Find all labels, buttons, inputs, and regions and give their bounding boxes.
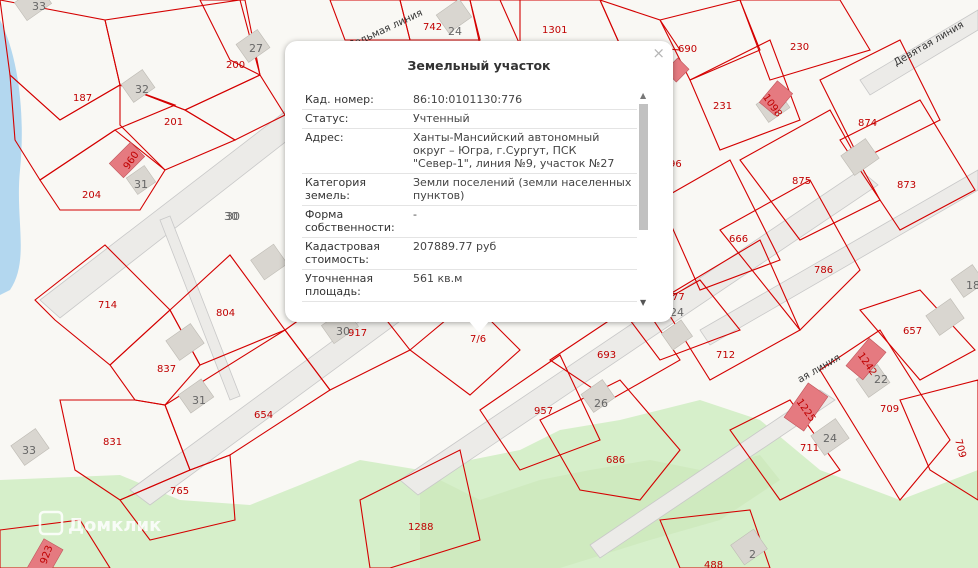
house-number: 33	[22, 444, 36, 457]
plot-label: 204	[82, 190, 101, 201]
plot-label: 693	[597, 350, 616, 361]
detail-row: Кад. номер: 86:10:0101130:776	[302, 91, 637, 110]
plot-label: 875	[792, 176, 811, 187]
detail-key: Форма собственности:	[305, 208, 395, 234]
house-number: 30	[336, 325, 350, 338]
plot-label: 488	[704, 560, 723, 568]
plot-label: 709	[880, 404, 899, 415]
detail-value: 207889.77 руб	[413, 240, 497, 253]
plot-label: 230	[790, 42, 809, 53]
detail-key: Кад. номер:	[305, 93, 374, 106]
water-body	[0, 20, 22, 295]
detail-row: Кадастровая стоимость: 207889.77 руб	[302, 238, 637, 270]
detail-value: 86:10:0101130:776	[413, 93, 523, 106]
plot-label: 200	[226, 60, 245, 71]
detail-row: Форма собственности: -	[302, 206, 637, 238]
plot-label: 742	[423, 22, 442, 33]
house-number: 2	[749, 548, 756, 561]
detail-key: Кадастровая стоимость:	[305, 240, 380, 266]
house-number: 26	[594, 397, 608, 410]
house-number: 31	[134, 178, 148, 191]
house-number: 32	[135, 83, 149, 96]
road	[39, 99, 321, 319]
plot-label: 957	[534, 406, 553, 417]
popup-pointer	[468, 320, 490, 333]
detail-value: 561 кв.м	[413, 272, 463, 285]
plot-label: 709	[952, 438, 968, 459]
plot-label: 666	[729, 234, 748, 245]
detail-value: Ханты-Мансийский автономный округ – Югра…	[413, 131, 615, 170]
plot-label: 686	[606, 455, 625, 466]
parcel-details-table[interactable]: Кад. номер: 86:10:0101130:776 Статус: Учтен…	[302, 91, 637, 307]
house-number: 24	[823, 432, 837, 445]
detail-key: Адрес:	[305, 131, 344, 144]
plot-label: 831	[103, 437, 122, 448]
plot-label: 201	[164, 117, 183, 128]
plot-label: 711	[800, 443, 819, 454]
plot-label: 7/6	[470, 334, 486, 345]
plot-label: 786	[814, 265, 833, 276]
detail-row: Адрес: Ханты-Мансийский автономный округ …	[302, 129, 637, 174]
detail-value: Учтенный	[413, 112, 470, 125]
plot-label: 657	[903, 326, 922, 337]
plot-label: 837	[157, 364, 176, 375]
plot-label: 1301	[542, 25, 567, 36]
detail-value: -	[413, 208, 417, 221]
street-label: ая линия	[796, 352, 842, 385]
scroll-thumb[interactable]	[639, 104, 648, 230]
detail-row: Категория земель: Земли поселений (земли …	[302, 174, 637, 206]
plot-label: 77	[672, 292, 685, 303]
plot-label: 231	[713, 101, 732, 112]
plot-label: 712	[716, 350, 735, 361]
detail-row: Статус: Учтенный	[302, 110, 637, 129]
plot-label: 187	[73, 93, 92, 104]
house-number: 27	[249, 42, 263, 55]
plot-label: 654	[254, 410, 273, 421]
house-number: 31	[192, 394, 206, 407]
detail-row: Уточненная площадь: 561 кв.м	[302, 270, 637, 302]
popup-scrollbar[interactable]: ▲ ▼	[637, 91, 651, 307]
detail-key: Уточненная площадь:	[305, 272, 374, 298]
house-number: 22	[874, 373, 888, 386]
watermark-text: Домклик	[68, 515, 161, 536]
scroll-up-icon[interactable]: ▲	[640, 91, 646, 100]
detail-key: Статус:	[305, 112, 349, 125]
house-number: 18	[966, 279, 978, 292]
house-number: 24	[448, 25, 462, 38]
detail-value: Земли поселений (земли населенных пункто…	[413, 176, 632, 202]
scroll-down-icon[interactable]: ▼	[640, 298, 646, 307]
plot-label: 714	[98, 300, 117, 311]
house-number: 30	[224, 210, 238, 223]
popup-title: Земельный участок	[407, 58, 551, 73]
plot-label: 1288	[408, 522, 433, 533]
plot-label: 804	[216, 308, 235, 319]
plot-label: 874	[858, 118, 877, 129]
plot-label: 917	[348, 328, 367, 339]
plot-label: 765	[170, 486, 189, 497]
parcel-info-popup: × Земельный участок Кад. номер: 86:10:010…	[285, 41, 673, 333]
house-number: 33	[32, 0, 46, 13]
plot-label: 873	[897, 180, 916, 191]
plot-label: 690	[678, 44, 697, 55]
detail-key: Категория земель:	[305, 176, 366, 202]
